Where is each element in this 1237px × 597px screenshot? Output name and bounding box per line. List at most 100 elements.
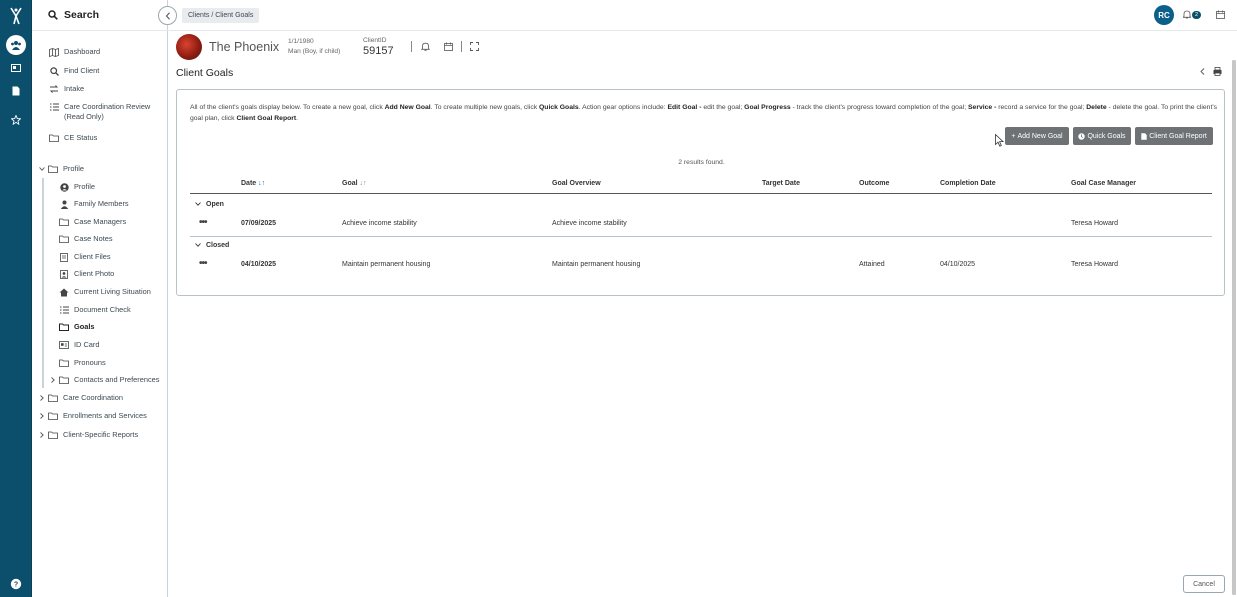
sidebar-item-pronouns[interactable]: Pronouns <box>59 358 106 368</box>
sidebar-item-label: Current Living Situation <box>74 287 151 296</box>
cell-completion-date: 04/10/2025 <box>940 261 976 268</box>
id-card-rail-button[interactable] <box>0 58 32 78</box>
column-header-goal[interactable]: Goal ↓↑ <box>342 180 367 187</box>
group-header-open[interactable]: Open <box>190 196 1212 212</box>
favorites-rail-button[interactable] <box>0 110 32 130</box>
chevron-right-icon <box>39 411 45 421</box>
report-icon <box>1141 132 1147 140</box>
search-icon <box>48 10 58 20</box>
sidebar-item-case-notes[interactable]: Case Notes <box>59 234 113 244</box>
person-icon <box>59 199 69 209</box>
sidebar-item-family-members[interactable]: Family Members <box>59 199 129 209</box>
sidebar-item-client-files[interactable]: Client Files <box>59 252 111 262</box>
clients-rail-button[interactable] <box>0 35 32 55</box>
sidebar-item-ce-status[interactable]: CE Status <box>49 133 97 143</box>
chevron-down-icon <box>195 243 201 247</box>
sidebar-item-label: Case Managers <box>74 217 127 226</box>
expand-icon[interactable] <box>470 42 479 51</box>
document-icon <box>12 86 20 96</box>
sidebar-item-goals[interactable]: Goals <box>59 322 95 332</box>
instructions-part: record a service for the goal; <box>996 104 1087 111</box>
add-new-goal-button[interactable]: + Add New Goal <box>1005 127 1069 145</box>
checklist-icon <box>59 305 69 315</box>
sidebar-group-enrollments-and-services[interactable]: Enrollments and Services <box>39 411 147 421</box>
sidebar-item-label: Profile <box>63 164 84 173</box>
sidebar-item-label: Care Coordination <box>63 393 123 402</box>
sidebar-item-dashboard[interactable]: Dashboard <box>49 47 100 57</box>
document-rail-button[interactable] <box>0 81 32 101</box>
plus-icon: + <box>1011 132 1016 140</box>
help-icon[interactable]: ? <box>10 578 22 590</box>
cell-overview: Achieve income stability <box>552 220 627 227</box>
client-photo <box>176 34 202 60</box>
sidebar-item-id-card[interactable]: ID Card <box>59 340 99 350</box>
column-label: Goal <box>342 180 358 187</box>
sidebar-group-care-coordination[interactable]: Care Coordination <box>39 393 123 403</box>
cell-goal[interactable]: Maintain permanent housing <box>342 261 430 268</box>
chevron-right-icon <box>50 375 56 385</box>
sidebar-item-case-managers[interactable]: Case Managers <box>59 217 126 227</box>
sidebar-item-label: Document Check <box>74 305 131 314</box>
cell-goal[interactable]: Achieve income stability <box>342 220 417 227</box>
calendar-icon[interactable] <box>1216 10 1225 19</box>
instructions-bold: Quick Goals <box>539 104 579 111</box>
group-label: Open <box>206 200 224 208</box>
notifications-button[interactable]: 2 <box>1183 10 1202 19</box>
sidebar-search[interactable]: Search <box>32 0 168 31</box>
chevron-right-icon <box>39 430 45 440</box>
sidebar-item-profile[interactable]: Profile <box>59 182 95 192</box>
client-gender: Man (Boy, if child) <box>288 48 341 55</box>
avatar[interactable]: RC <box>1154 5 1174 25</box>
print-icon[interactable] <box>1213 67 1222 76</box>
breadcrumb[interactable]: Clients / Client Goals <box>182 8 260 23</box>
sidebar-item-client-photo[interactable]: Client Photo <box>59 269 114 279</box>
sidebar-item-find-client[interactable]: Find Client <box>49 66 99 76</box>
column-header-outcome: Outcome <box>859 180 890 187</box>
bell-icon[interactable] <box>421 42 430 51</box>
sidebar-item-intake[interactable]: Intake <box>49 84 84 94</box>
sidebar-item-label: Case Notes <box>74 234 113 243</box>
table-row: ••• 04/10/2025 Maintain permanent housin… <box>190 255 1212 275</box>
chevron-down-icon <box>195 202 201 206</box>
sidebar-item-label: Find Client <box>64 66 100 75</box>
chevron-left-icon[interactable] <box>1200 68 1205 75</box>
folder-icon <box>49 133 59 143</box>
table-row: ••• 07/09/2025 Achieve income stability … <box>190 214 1212 234</box>
column-header-date[interactable]: Date ↓↑ <box>241 180 265 187</box>
clock-icon <box>1078 132 1086 140</box>
logo-icon[interactable] <box>8 6 24 26</box>
chevron-down-icon <box>39 164 45 174</box>
sidebar-group-profile[interactable]: Profile <box>39 164 84 174</box>
sidebar-group-client-specific-reports[interactable]: Client-Specific Reports <box>39 430 138 440</box>
sidebar-item-document-check[interactable]: Document Check <box>59 305 131 315</box>
instructions-bold: Goal Progress <box>744 104 791 111</box>
cancel-button[interactable]: Cancel <box>1183 575 1225 593</box>
cell-outcome: Attained <box>859 261 885 268</box>
scrollbar-thumb[interactable] <box>1232 60 1236 595</box>
id-card-icon <box>11 64 21 72</box>
sidebar-item-label: Dashboard <box>64 47 101 56</box>
button-label: Client Goal Report <box>1149 132 1207 140</box>
quick-goals-button[interactable]: Quick Goals <box>1073 127 1131 145</box>
client-id-value: 59157 <box>363 45 394 57</box>
cell-overview: Maintain permanent housing <box>552 261 641 268</box>
collapse-sidebar-button[interactable] <box>158 6 177 25</box>
sidebar-item-current-living-situation[interactable]: Current Living Situation <box>59 287 151 297</box>
title-tools <box>1200 67 1222 76</box>
instructions-part: . To create multiple new goals, click <box>430 104 539 111</box>
app-rail: ? <box>0 0 32 597</box>
sidebar-item-contacts-and-preferences[interactable]: Contacts and Preferences <box>50 375 159 385</box>
instructions-text: All of the client's goals display below.… <box>190 102 1220 124</box>
column-header-goal-case-manager: Goal Case Manager <box>1071 180 1136 187</box>
sidebar-item-label: Goals <box>74 322 95 331</box>
instructions-bold: Delete <box>1086 104 1107 111</box>
calendar-icon[interactable] <box>444 42 453 51</box>
notification-badge: 2 <box>1192 10 1202 19</box>
folder-icon <box>59 322 69 332</box>
row-actions-button[interactable]: ••• <box>199 217 207 228</box>
group-header-closed[interactable]: Closed <box>190 237 1212 253</box>
client-goal-report-button[interactable]: Client Goal Report <box>1135 127 1213 145</box>
sidebar-item-care-coordination-review[interactable]: Care Coordination Review (Read Only) <box>49 102 150 122</box>
column-header-completion-date: Completion Date <box>940 180 996 187</box>
row-actions-button[interactable]: ••• <box>199 258 207 269</box>
